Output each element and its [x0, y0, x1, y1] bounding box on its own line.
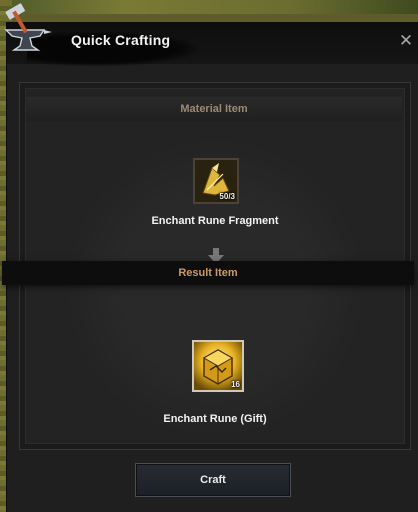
background-grass-top [0, 0, 418, 14]
result-item-header: Result Item [2, 261, 414, 285]
anvil-hammer-icon [4, 3, 52, 51]
crafting-panel: Material Item 50/3 Enchant Rune Fragment… [2, 82, 414, 450]
quick-crafting-window: Quick Crafting ✕ Material Item 50/3 Ench… [2, 22, 418, 512]
result-item-slot[interactable]: 16 [192, 340, 244, 392]
material-item-name: Enchant Rune Fragment [151, 215, 279, 227]
material-count: 50/3 [219, 192, 235, 201]
craft-button[interactable]: Craft [135, 463, 291, 497]
window-title: Quick Crafting [71, 32, 171, 48]
titlebar[interactable]: Quick Crafting ✕ [7, 22, 418, 66]
result-item-name: Enchant Rune (Gift) [163, 413, 267, 425]
result-count: 16 [231, 380, 240, 389]
material-item-header: Material Item [26, 97, 402, 121]
close-button[interactable]: ✕ [397, 32, 415, 50]
material-item-slot[interactable]: 50/3 [193, 158, 239, 204]
